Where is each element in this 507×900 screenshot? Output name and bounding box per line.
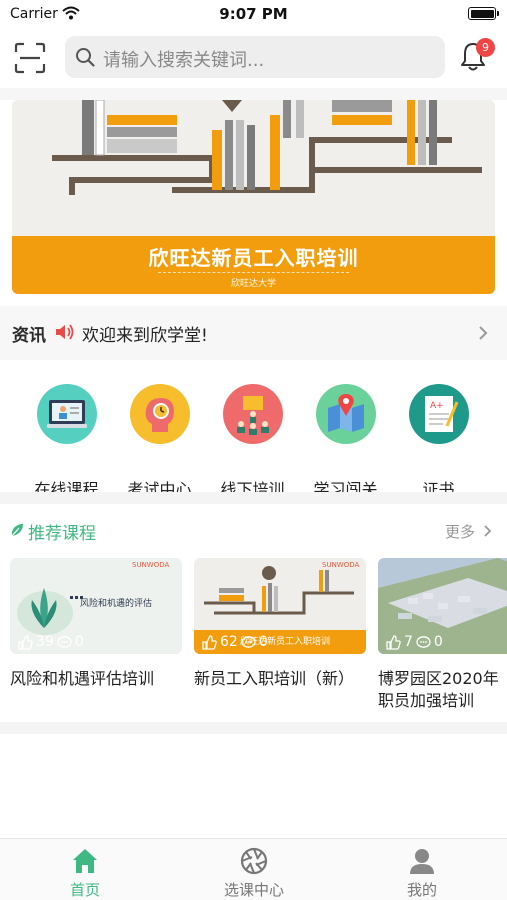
likes-count: 39 <box>36 634 54 650</box>
top-header: 请输入搜索关键词... 9 <box>0 30 507 88</box>
offline-training-icon <box>223 384 283 444</box>
aperture-icon <box>240 847 268 875</box>
quick-menu: 在线课程 考试中心 线下培训 学习闯关 A+ 证书 <box>0 360 507 499</box>
menu-offline-training[interactable]: 线下培训 <box>206 384 299 499</box>
chevron-right-icon <box>479 326 488 340</box>
speaker-icon <box>56 324 74 340</box>
search-bar[interactable]: 请输入搜索关键词... <box>65 36 445 78</box>
battery-icon <box>468 7 499 20</box>
bottom-tab-bar: 首页 选课中心 我的 <box>0 838 507 900</box>
menu-online-course[interactable]: 在线课程 <box>20 384 113 499</box>
comments-count: 0 <box>258 634 268 650</box>
divider <box>0 88 507 100</box>
menu-certificate[interactable]: A+ 证书 <box>392 384 485 499</box>
course-name: 博罗园区2020年职员加强培训 <box>378 669 499 710</box>
divider <box>0 722 507 734</box>
course-name: 风险和机遇评估培训 <box>10 669 155 688</box>
banner-title: 欣旺达新员工入职培训 <box>148 246 359 270</box>
course-card[interactable]: 7 0 博罗园区2020年职员加强培训 <box>378 558 507 712</box>
news-text: 欢迎来到欣学堂! <box>82 326 208 346</box>
course-card[interactable]: 风险和机遇的评估 SUNWODA 39 0 风险和机遇评估培训 <box>10 558 182 690</box>
menu-learning-map[interactable]: 学习闯关 <box>299 384 392 499</box>
course-stats: 62 0 <box>202 634 268 650</box>
banner-illustration <box>12 100 495 240</box>
online-course-icon <box>37 384 97 444</box>
likes-count: 62 <box>220 634 238 650</box>
search-placeholder: 请输入搜索关键词... <box>103 50 265 71</box>
thumbs-up-icon <box>202 634 217 650</box>
banner-subtitle: 欣旺达大学 <box>230 279 276 289</box>
svg-text:A+: A+ <box>430 401 444 411</box>
tab-profile[interactable]: 我的 <box>362 847 482 899</box>
status-time: 9:07 PM <box>219 5 288 23</box>
course-thumbnail: 风险和机遇的评估 SUNWODA 39 0 <box>10 558 182 654</box>
recommend-section: 推荐课程 更多 风险和机遇的评估 SUNWODA 39 0 风险和机遇评估培训 … <box>0 504 507 722</box>
tab-home[interactable]: 首页 <box>25 847 145 899</box>
notification-badge: 9 <box>476 38 495 57</box>
leaf-icon <box>11 524 23 537</box>
certificate-icon: A+ <box>409 384 469 444</box>
thumbs-up-icon <box>18 634 33 650</box>
chevron-right-icon[interactable] <box>483 524 492 538</box>
home-icon <box>73 849 97 873</box>
course-thumbnail: 欣旺达新员工入职培训 SUNWODA 62 0 <box>194 558 366 654</box>
course-thumbnail: 7 0 <box>378 558 507 654</box>
brand-logo: SUNWODA <box>132 561 170 569</box>
recommend-title: 推荐课程 <box>28 524 96 544</box>
comment-icon <box>416 635 431 648</box>
banner-divider <box>158 272 349 273</box>
exam-center-icon <box>130 384 190 444</box>
status-bar: Carrier 9:07 PM <box>0 0 507 30</box>
scan-icon[interactable] <box>14 42 46 74</box>
course-name: 新员工入职培训（新） <box>194 669 355 688</box>
divider <box>0 492 507 504</box>
thumbnail-caption: 风险和机遇的评估 <box>80 599 153 609</box>
comment-icon <box>241 635 256 648</box>
learning-map-icon <box>316 384 376 444</box>
brand-logo: SUNWODA <box>322 561 360 569</box>
course-stats: 7 0 <box>386 634 443 650</box>
comments-count: 0 <box>74 634 84 650</box>
likes-count: 7 <box>404 634 413 650</box>
tab-course-center[interactable]: 选课中心 <box>194 847 314 899</box>
news-bar[interactable]: 资讯 欢迎来到欣学堂! <box>0 306 507 360</box>
course-stats: 39 0 <box>18 634 84 650</box>
course-card[interactable]: 欣旺达新员工入职培训 SUNWODA 62 0 新员工入职培训（新） <box>194 558 366 690</box>
banner[interactable]: 欣旺达新员工入职培训 欣旺达大学 <box>12 100 495 294</box>
search-icon <box>76 48 95 67</box>
thumbs-up-icon <box>386 634 401 650</box>
comments-count: 0 <box>433 634 443 650</box>
tab-label: 我的 <box>406 881 437 899</box>
comment-icon <box>57 635 72 648</box>
news-label: 资讯 <box>12 326 46 346</box>
tab-label: 选课中心 <box>223 881 284 899</box>
user-icon <box>410 849 434 874</box>
more-link[interactable]: 更多 <box>445 521 475 542</box>
tab-label: 首页 <box>69 881 100 899</box>
menu-exam-center[interactable]: 考试中心 <box>113 384 206 499</box>
